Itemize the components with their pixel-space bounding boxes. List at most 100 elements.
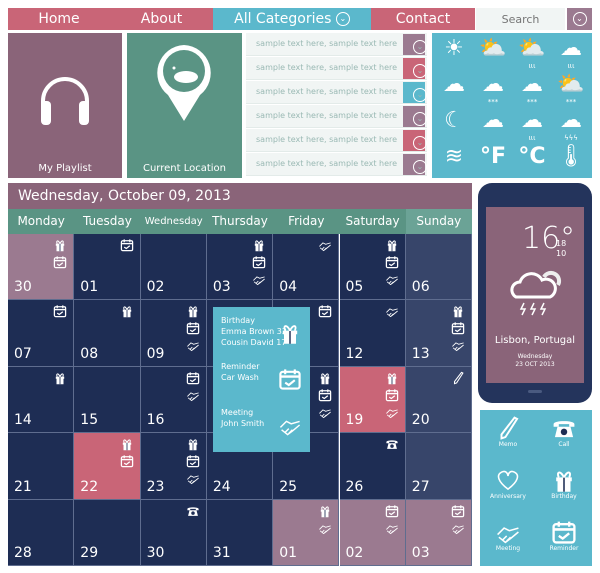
calendar-check-icon — [278, 367, 302, 391]
calendar-day[interactable]: 04 — [273, 234, 340, 301]
type-memo[interactable]: Memo — [480, 410, 536, 462]
calendar-day[interactable]: 12 — [339, 300, 406, 367]
cloud-rain-icon[interactable]: ☁ ɩɩɩ — [551, 35, 591, 71]
gift-icon — [252, 238, 266, 252]
calendar-day[interactable]: 02 — [339, 499, 406, 566]
calendar-day[interactable]: 23 — [140, 433, 207, 500]
tile-current-location[interactable]: Current Location — [127, 33, 242, 178]
home-button[interactable] — [528, 390, 542, 393]
calendar-day[interactable]: 14 — [8, 366, 75, 434]
calendar-day[interactable]: 16 — [140, 366, 207, 434]
search-dropdown-button[interactable]: ⌄ — [567, 8, 592, 30]
expand-button[interactable]: ⌄ — [403, 82, 427, 103]
calendar-day[interactable]: 30 — [8, 234, 75, 301]
calendar-day[interactable]: 03 — [206, 234, 274, 301]
calendar-day[interactable]: 19 — [339, 366, 406, 434]
cloud-icon[interactable]: ☁ — [434, 71, 474, 107]
day-number: 05 — [345, 279, 364, 296]
calendar-day[interactable]: 31 — [206, 499, 274, 566]
expand-button[interactable]: ⌄ — [403, 106, 427, 127]
calendar-check-icon — [551, 519, 577, 545]
partly-cloudy-icon[interactable]: ⛅ — [473, 35, 513, 71]
calendar-day[interactable]: 01 — [74, 234, 141, 301]
fahrenheit-icon[interactable]: °F — [473, 143, 513, 179]
anniversary-label: Anniversary — [490, 493, 526, 500]
type-meeting[interactable]: Meeting — [480, 514, 536, 566]
list-item: sample text here, sample text here ⌄ — [246, 57, 427, 80]
thermometers-icon[interactable]: 🌡 — [551, 143, 591, 179]
day-number: 28 — [14, 544, 32, 561]
chevron-down-icon: ⌄ — [413, 160, 427, 174]
cloud-moon-rain-icon[interactable]: ☁ ɩɩɩ — [512, 107, 552, 143]
calendar-day[interactable]: 15 — [74, 366, 141, 434]
type-reminder[interactable]: Reminder — [536, 514, 592, 566]
day-number: 03 — [212, 279, 231, 296]
calendar-day[interactable]: 13 — [405, 300, 473, 367]
calendar-day[interactable]: 22 — [74, 433, 141, 500]
meeting-label: Meeting — [495, 545, 521, 552]
calendar-day[interactable]: 02 — [140, 234, 207, 301]
playlist-label: My Playlist — [38, 163, 92, 174]
calendar-check-icon — [252, 255, 266, 269]
cloud-snow-icon[interactable]: ☁ *** — [512, 71, 552, 107]
calendar-day[interactable]: 05 — [339, 234, 406, 301]
event-popup: Birthday Emma Brown 32 Cousin David 17 Rem… — [213, 307, 310, 452]
calendar-day[interactable]: 29 — [74, 499, 141, 566]
event-types-panel: Memo Call Anniversary Birthday Meeting R… — [480, 410, 592, 566]
expand-button[interactable]: ⌄ — [403, 130, 427, 151]
list-item-text: sample text here, sample text here — [256, 39, 398, 48]
weekday-monday: Monday — [17, 214, 65, 228]
day-number: 09 — [146, 345, 165, 362]
calendar-day[interactable]: 09 — [140, 300, 207, 367]
day-number: 08 — [80, 345, 99, 362]
wind-icon[interactable]: ≋ — [434, 143, 474, 179]
calendar-day[interactable]: 28 — [8, 499, 75, 566]
weather-icons-panel: ☀ ⛅ ⛅ ɩɩɩ ☁ ɩɩɩ ☁ ☁ *** ☁ *** ⛅ *** ☾ ☁ ☁ ɩɩɩ ☁ ϟϟϟ ≋ °F °C 🌡 — [432, 33, 592, 178]
calendar-day[interactable]: 01 — [273, 499, 340, 566]
type-call[interactable]: Call — [536, 410, 592, 462]
handshake-icon — [252, 272, 266, 286]
cloud-snow-icon[interactable]: ☁ *** — [473, 71, 513, 107]
handshake-icon — [318, 238, 332, 252]
calendar-day[interactable]: 06 — [405, 234, 473, 301]
nav-about[interactable]: About — [110, 8, 213, 30]
search-input[interactable] — [476, 8, 565, 30]
nav-all-categories[interactable]: All Categories ⌄ — [213, 8, 371, 30]
moon-icon[interactable]: ☾ — [434, 107, 474, 143]
list-item: sample text here, sample text here ⌄ — [246, 105, 427, 128]
calendar-day[interactable]: 07 — [8, 300, 75, 367]
expand-button[interactable]: ⌄ — [403, 154, 427, 175]
celsius-icon[interactable]: °C — [512, 143, 552, 179]
partly-cloudy-rain-icon[interactable]: ⛅ ɩɩɩ — [512, 35, 552, 71]
calendar-check-icon — [385, 255, 399, 269]
calendar-day[interactable]: 26 — [339, 433, 406, 500]
day-number: 29 — [80, 544, 99, 561]
partly-cloudy-snow-icon[interactable]: ⛅ *** — [551, 71, 591, 107]
phone-weather-widget: 16° 18 10 Lisbon, Portugal Wednesday 23 … — [478, 183, 592, 403]
calendar-day[interactable]: 08 — [74, 300, 141, 367]
tile-my-playlist[interactable]: My Playlist — [8, 33, 122, 178]
date: 23 OCT 2013 — [515, 361, 555, 368]
day-number: 21 — [14, 478, 32, 495]
day-number: 13 — [411, 345, 430, 362]
day-number: 16 — [146, 412, 165, 429]
sun-icon[interactable]: ☀ — [434, 35, 474, 71]
phone-screen: 16° 18 10 Lisbon, Portugal Wednesday 23 … — [486, 207, 584, 383]
cloud-thunder-icon[interactable]: ☁ ϟϟϟ — [551, 107, 591, 143]
calendar-day[interactable]: 30 — [140, 499, 207, 566]
calendar-check-icon — [53, 255, 67, 269]
list-item: sample text here, sample text here ⌄ — [246, 81, 427, 104]
nav-contact[interactable]: Contact — [371, 8, 475, 30]
calendar-day[interactable]: 20 — [405, 366, 473, 434]
calendar-day[interactable]: 27 — [405, 433, 473, 500]
type-birthday[interactable]: Birthday — [536, 462, 592, 514]
calendar-check-icon — [120, 454, 134, 468]
chevron-down-icon: ⌄ — [413, 88, 427, 102]
expand-button[interactable]: ⌄ — [403, 58, 427, 79]
calendar-day[interactable]: 21 — [8, 433, 75, 500]
calendar-day[interactable]: 03 — [405, 499, 473, 566]
expand-button[interactable]: ⌄ — [403, 34, 427, 55]
cloud-moon-icon[interactable]: ☁ — [473, 107, 513, 143]
nav-home[interactable]: Home — [8, 8, 110, 30]
type-anniversary[interactable]: Anniversary — [480, 462, 536, 514]
